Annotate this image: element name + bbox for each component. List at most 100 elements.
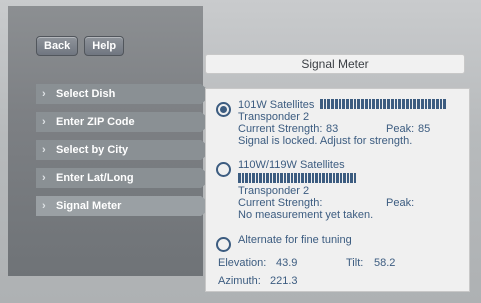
- strength-segment: [318, 173, 321, 183]
- option2-label: 110W/119W Satellites: [238, 159, 345, 171]
- strength-segment: [241, 173, 244, 183]
- strength-segment: [413, 99, 417, 109]
- radio-option-101w[interactable]: [216, 102, 231, 117]
- strength-segment: [372, 99, 376, 109]
- signal-meter-panel: 101W Satellites Transponder 2 Current St…: [205, 88, 470, 292]
- radio-option-fine-tune[interactable]: [216, 237, 231, 252]
- option1-label: 101W Satellites: [238, 99, 315, 111]
- strength-segment: [432, 99, 435, 109]
- menu-label: Signal Meter: [56, 200, 122, 212]
- strength-segment: [405, 99, 409, 109]
- strength-segment: [379, 99, 383, 109]
- strength-segment: [248, 173, 251, 183]
- current-strength1: 83: [326, 123, 339, 135]
- status1: Signal is locked. Adjust for strength.: [238, 135, 413, 147]
- menu-item-enter-zip[interactable]: › Enter ZIP Code: [36, 112, 213, 132]
- peak2-label: Peak:: [386, 197, 415, 209]
- strength-segment: [322, 173, 325, 183]
- strength-segment: [387, 99, 390, 109]
- menu-label: Enter ZIP Code: [56, 116, 135, 128]
- strength-segment: [245, 173, 248, 183]
- strength-segment: [346, 173, 349, 183]
- elevation-label: Elevation:: [218, 257, 267, 269]
- strength-segment: [420, 99, 424, 109]
- strength-segment: [346, 99, 349, 109]
- menu-item-signal-meter[interactable]: › Signal Meter: [36, 196, 213, 216]
- current-strength2-label: Current Strength:: [238, 197, 323, 209]
- peak1: 85: [418, 123, 431, 135]
- strength-segment: [394, 99, 398, 109]
- strength-segment: [287, 173, 290, 183]
- strength-segment: [435, 99, 439, 109]
- strength-segment: [315, 173, 318, 183]
- back-button[interactable]: Back: [36, 36, 79, 56]
- strength-segment: [357, 99, 361, 109]
- strength-segment: [368, 99, 372, 109]
- chevron-right-icon: ›: [42, 88, 46, 100]
- strength-segment: [301, 173, 304, 183]
- chevron-right-icon: ›: [42, 116, 46, 128]
- strength-segment: [327, 99, 331, 109]
- strength-segment: [443, 99, 446, 109]
- current-strength1-label: Current Strength:: [238, 123, 323, 135]
- strength-segment: [334, 99, 338, 109]
- strength-bar-101w: [320, 99, 446, 109]
- azimuth-label: Azimuth:: [218, 275, 261, 287]
- setup-menu: › Select Dish › Enter ZIP Code › Select …: [36, 84, 213, 224]
- strength-segment: [255, 173, 258, 183]
- strength-segment: [364, 99, 368, 109]
- menu-label: Enter Lat/Long: [56, 172, 134, 184]
- strength-segment: [428, 99, 432, 109]
- strength-segment: [269, 173, 272, 183]
- tilt-value: 58.2: [374, 257, 396, 269]
- menu-label: Select by City: [56, 144, 129, 156]
- strength-segment: [283, 173, 286, 183]
- strength-segment: [402, 99, 405, 109]
- strength-segment: [343, 173, 346, 183]
- transponder1: Transponder 2: [238, 111, 310, 123]
- strength-segment: [349, 99, 353, 109]
- strength-segment: [276, 173, 279, 183]
- strength-bar-110w-119w: [238, 173, 356, 183]
- tilt-label: Tilt:: [346, 257, 364, 269]
- strength-segment: [290, 173, 293, 183]
- strength-segment: [409, 99, 413, 109]
- strength-segment: [353, 99, 357, 109]
- menu-item-enter-lat-long[interactable]: › Enter Lat/Long: [36, 168, 213, 188]
- strength-segment: [323, 99, 327, 109]
- chevron-right-icon: ›: [42, 172, 46, 184]
- strength-segment: [336, 173, 339, 183]
- strength-segment: [294, 173, 297, 183]
- strength-segment: [320, 99, 323, 109]
- strength-segment: [332, 173, 335, 183]
- azimuth-value: 221.3: [270, 275, 298, 287]
- top-button-row: Back Help: [36, 36, 125, 56]
- strength-segment: [439, 99, 443, 109]
- peak1-label: Peak:: [386, 123, 415, 135]
- screen: Back Help › Select Dish › Enter ZIP Code…: [0, 0, 481, 303]
- menu-item-select-dish[interactable]: › Select Dish: [36, 84, 213, 104]
- chevron-right-icon: ›: [42, 144, 46, 156]
- strength-segment: [297, 173, 300, 183]
- chevron-right-icon: ›: [42, 200, 46, 212]
- strength-segment: [350, 173, 353, 183]
- strength-segment: [259, 173, 262, 183]
- menu-item-select-city[interactable]: › Select by City: [36, 140, 213, 160]
- strength-segment: [325, 173, 328, 183]
- strength-segment: [331, 99, 334, 109]
- strength-segment: [311, 173, 314, 183]
- elevation-value: 43.9: [276, 257, 298, 269]
- status2: No measurement yet taken.: [238, 209, 374, 221]
- radio-option-110w-119w[interactable]: [216, 162, 231, 177]
- strength-segment: [329, 173, 332, 183]
- strength-segment: [280, 173, 283, 183]
- strength-segment: [342, 99, 346, 109]
- help-button[interactable]: Help: [84, 36, 125, 56]
- strength-segment: [252, 173, 255, 183]
- strength-segment: [383, 99, 387, 109]
- strength-segment: [353, 173, 356, 183]
- option3-label: Alternate for fine tuning: [238, 234, 352, 246]
- strength-segment: [262, 173, 265, 183]
- strength-segment: [308, 173, 311, 183]
- strength-segment: [390, 99, 394, 109]
